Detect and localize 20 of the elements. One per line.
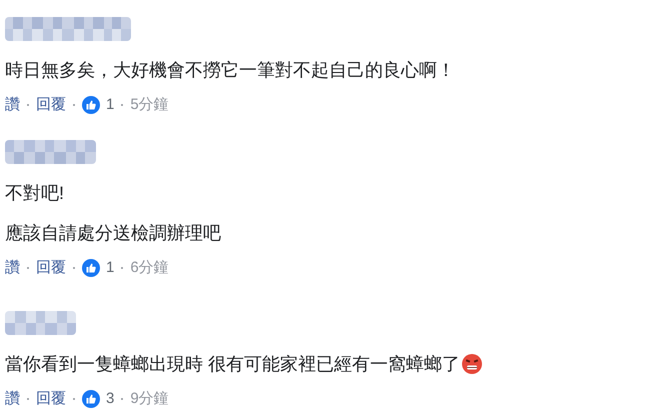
reply-link[interactable]: 回覆 <box>36 257 66 279</box>
timestamp: 6分鐘 <box>130 258 169 278</box>
reaction-count: 3 <box>106 389 114 409</box>
thumbs-up-icon[interactable] <box>82 96 100 114</box>
comment-text: 當你看到一隻蟑螂出現時 很有可能家裡已經有一窩蟑螂了 <box>5 353 460 376</box>
reaction-count: 1 <box>106 95 114 115</box>
reply-link[interactable]: 回覆 <box>36 388 66 410</box>
like-link[interactable]: 讚 <box>5 257 20 279</box>
like-link[interactable]: 讚 <box>5 94 20 116</box>
comment-text: 應該自請處分送檢調辦理吧 <box>5 222 221 245</box>
comment-text: 時日無多矣，大好機會不撈它一筆對不起自己的良心啊！ <box>5 59 455 82</box>
thumbs-up-icon[interactable] <box>82 390 100 408</box>
like-link[interactable]: 讚 <box>5 388 20 410</box>
reaction-count: 1 <box>106 258 114 278</box>
blurred-name <box>5 311 76 335</box>
reply-link[interactable]: 回覆 <box>36 94 66 116</box>
timestamp: 9分鐘 <box>130 389 169 409</box>
timestamp: 5分鐘 <box>130 95 169 115</box>
comment-text: 不對吧! <box>5 182 64 205</box>
thumbs-up-icon[interactable] <box>82 259 100 277</box>
